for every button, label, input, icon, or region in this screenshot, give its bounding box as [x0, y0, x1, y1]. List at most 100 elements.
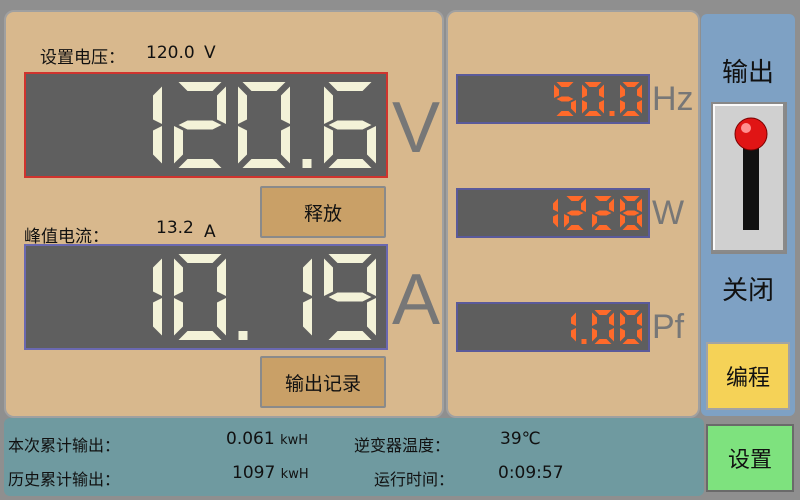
segment-f — [174, 258, 183, 296]
segment-d — [584, 111, 602, 116]
digit-6 — [324, 82, 376, 168]
segment-f — [620, 198, 625, 212]
segment-d — [594, 225, 612, 230]
lever-switch-icon — [734, 117, 768, 230]
segment-b — [281, 86, 290, 124]
segment-a — [178, 82, 222, 91]
segment-d — [566, 225, 584, 230]
current-unit: A — [392, 260, 441, 340]
segment-a — [328, 82, 372, 91]
set-voltage-unit: V — [204, 43, 216, 63]
digit-1 — [153, 86, 162, 164]
segment-c — [637, 214, 642, 228]
history-output-value: 1097 — [232, 463, 276, 483]
segment-c — [217, 298, 226, 336]
segment-c — [609, 328, 614, 342]
decimal-point — [302, 159, 312, 168]
voltage-display — [24, 72, 388, 178]
segment-c — [599, 100, 604, 114]
segment-d — [622, 225, 640, 230]
runtime-value: 0:09:57 — [498, 463, 564, 483]
session-output-unit: kwH — [280, 433, 309, 448]
segment-a — [622, 196, 640, 201]
history-output-unit: kwH — [280, 467, 309, 482]
digit-2 — [592, 196, 614, 230]
segment-a — [328, 254, 372, 263]
segment-f — [238, 86, 247, 124]
segment-b — [553, 198, 558, 212]
output-record-button[interactable]: 输出记录 — [260, 356, 386, 408]
segment-g — [328, 292, 372, 302]
set-voltage-value: 120.0 — [146, 43, 195, 63]
session-output-value: 0.061 — [226, 429, 275, 449]
power-unit: W — [652, 194, 685, 232]
segment-d — [594, 339, 612, 344]
segment-e — [620, 328, 625, 342]
segment-e — [324, 126, 333, 164]
segment-e — [564, 214, 569, 228]
current-digits — [153, 254, 376, 340]
segment-a — [584, 82, 602, 87]
measurements-panel: Hz W Pf — [446, 10, 700, 418]
runtime-label: 运行时间： — [374, 470, 455, 489]
segment-g — [328, 120, 372, 130]
segment-b — [599, 84, 604, 98]
segment-f — [324, 258, 333, 296]
segment-c — [153, 298, 162, 336]
segment-d — [178, 159, 222, 168]
power-factor-unit: Pf — [652, 308, 685, 346]
decimal-point — [609, 111, 615, 116]
voltage-current-panel: 设置电压： 120.0 V V 释放 峰值电流： 13.2 A A 输出记录 — [4, 10, 444, 418]
segment-c — [637, 328, 642, 342]
segment-f — [620, 312, 625, 326]
settings-button[interactable]: 设置 — [706, 424, 794, 492]
power-factor-display — [456, 302, 650, 352]
segment-d — [556, 111, 574, 116]
segment-e — [592, 328, 597, 342]
segment-c — [637, 100, 642, 114]
digit-0 — [592, 310, 614, 344]
session-output: 0.061 kwH — [226, 429, 308, 449]
segment-e — [238, 126, 247, 164]
decimal-point — [238, 331, 248, 340]
segment-b — [571, 312, 576, 326]
program-button[interactable]: 编程 — [706, 342, 790, 410]
digit-2 — [564, 196, 586, 230]
release-button[interactable]: 释放 — [260, 186, 386, 238]
power-digits — [553, 196, 642, 230]
status-bar: 本次累计输出： 0.061 kwH 逆变器温度： 39℃ 历史累计输出： 109… — [4, 418, 704, 496]
digit-2 — [174, 82, 226, 168]
segment-d — [328, 331, 372, 340]
decimal-point — [581, 339, 587, 344]
power-display — [456, 188, 650, 238]
segment-f — [324, 86, 333, 124]
voltage-unit: V — [392, 88, 441, 168]
power-factor-digits — [571, 310, 642, 344]
segment-f — [554, 84, 559, 98]
segment-c — [367, 298, 376, 336]
inverter-temp: 39℃ — [500, 429, 541, 449]
segment-g — [178, 120, 222, 130]
frequency-unit: Hz — [652, 80, 694, 118]
segment-b — [637, 198, 642, 212]
segment-a — [556, 82, 574, 87]
segment-b — [637, 312, 642, 326]
digit-0 — [582, 82, 604, 116]
segment-b — [609, 198, 614, 212]
current-display — [24, 244, 388, 350]
segment-b — [581, 198, 586, 212]
segment-f — [592, 312, 597, 326]
segment-c — [153, 126, 162, 164]
segment-g — [622, 210, 640, 216]
segment-d — [622, 339, 640, 344]
digit-0 — [174, 254, 226, 340]
frequency-display — [456, 74, 650, 124]
output-toggle[interactable] — [711, 102, 787, 254]
inverter-temp-label: 逆变器温度： — [354, 436, 451, 455]
segment-d — [328, 159, 372, 168]
output-label: 输出 — [721, 58, 774, 88]
segment-c — [281, 126, 290, 164]
segment-g — [566, 210, 584, 216]
output-control-sidebar: 输出 关闭 编程 — [701, 14, 795, 416]
segment-e — [620, 100, 625, 114]
